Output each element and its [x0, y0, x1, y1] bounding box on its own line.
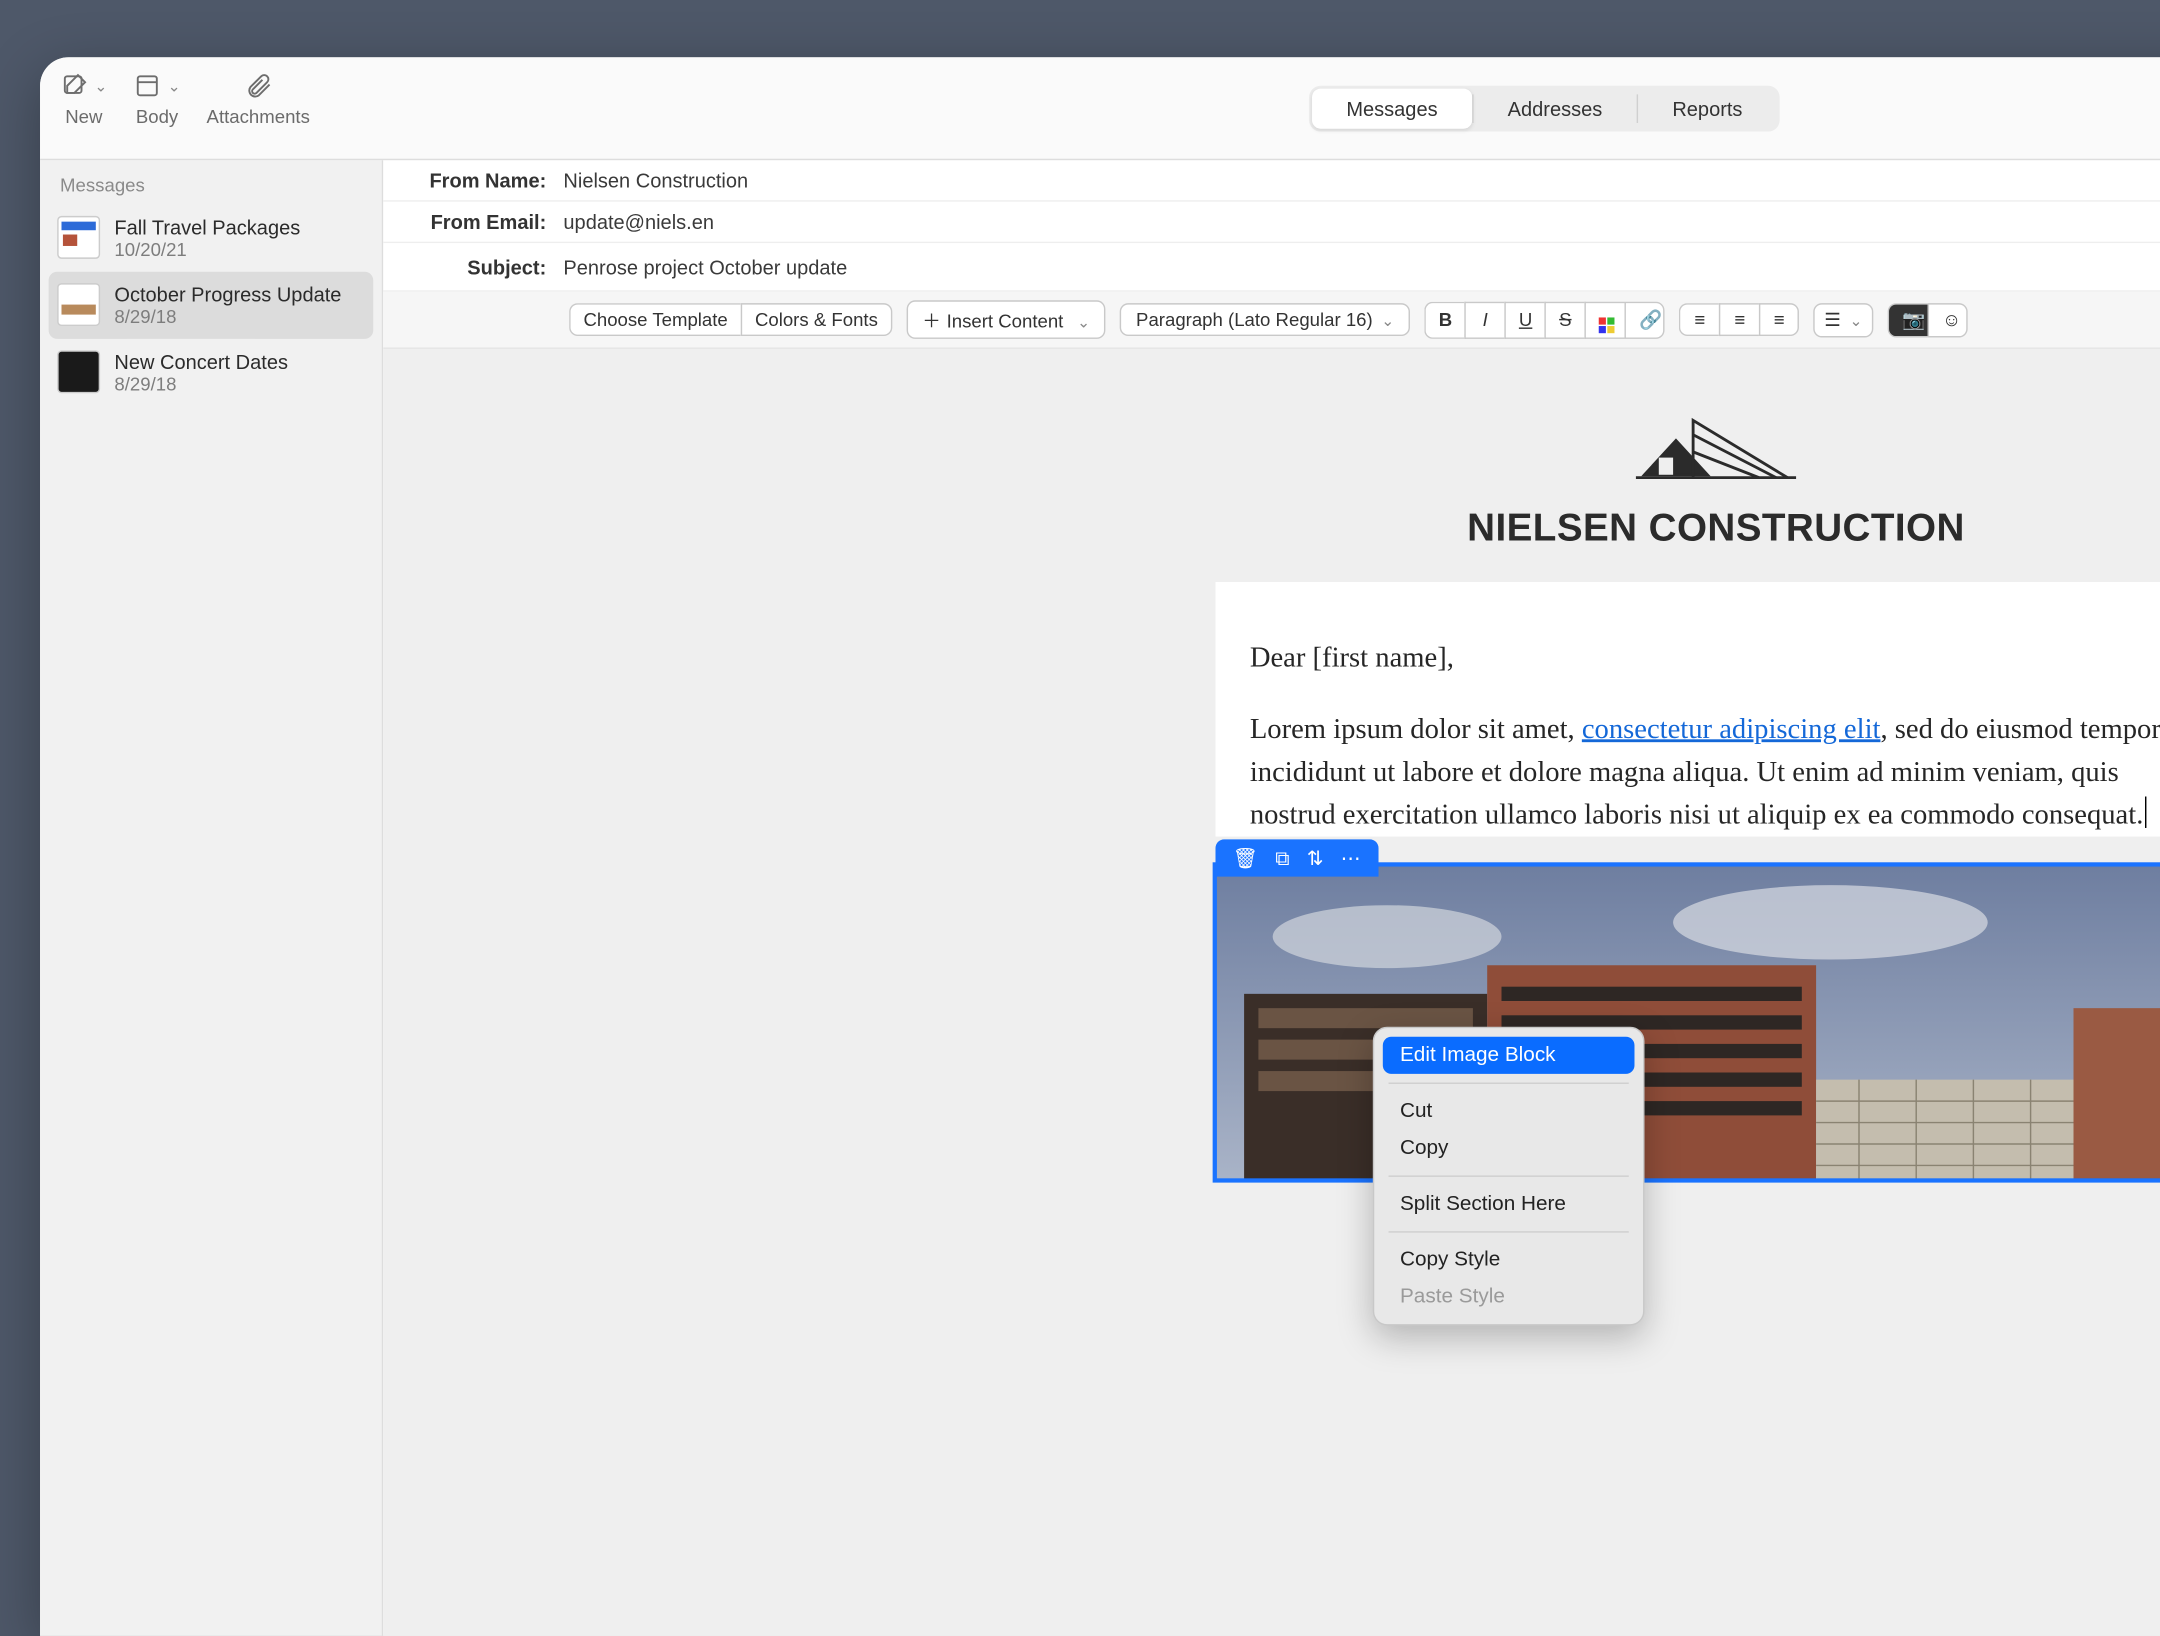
- menu-cut[interactable]: Cut: [1383, 1093, 1635, 1130]
- message-title: October Progress Update: [114, 283, 341, 306]
- body-icon: ⌄: [133, 69, 181, 103]
- menu-split-section[interactable]: Split Section Here: [1383, 1185, 1635, 1222]
- tab-messages[interactable]: Messages: [1312, 88, 1472, 128]
- view-segmented-control: Messages Addresses Reports: [1309, 85, 1779, 131]
- more-block-icon[interactable]: ⋯: [1341, 846, 1361, 870]
- message-thumbnail: [57, 216, 100, 259]
- duplicate-block-icon[interactable]: ⧉: [1275, 846, 1289, 870]
- email-body[interactable]: Dear [first name], Lorem ipsum dolor sit…: [1216, 582, 2160, 837]
- formatting-toolbar: Choose Template Colors & Fonts ＋Insert C…: [383, 292, 2160, 349]
- block-toolbar: 🗑 ⧉ ⇅ ⋯: [1216, 839, 1378, 876]
- paragraph-style-dropdown[interactable]: Paragraph (Lato Regular 16): [1120, 303, 1410, 336]
- menu-copy-style[interactable]: Copy Style: [1383, 1241, 1635, 1278]
- text-cursor: [2145, 797, 2146, 828]
- selected-image-block[interactable]: 🗑 ⧉ ⇅ ⋯: [1216, 865, 2160, 1180]
- strikethrough-button[interactable]: S: [1545, 301, 1585, 338]
- main-toolbar: ⌄ New ⌄ Body Attachments: [40, 57, 2160, 160]
- new-label: New: [65, 106, 102, 127]
- body-link[interactable]: consectetur adipiscing elit: [1582, 714, 1881, 745]
- align-right-button[interactable]: ≡: [1759, 303, 1799, 336]
- from-email-row: From Email: update@niels.en: [383, 202, 2160, 243]
- align-center-button[interactable]: ≡: [1719, 303, 1759, 336]
- colors-fonts-button[interactable]: Colors & Fonts: [741, 303, 893, 336]
- body-button[interactable]: ⌄ Body: [133, 69, 181, 128]
- from-email-value[interactable]: update@niels.en: [563, 210, 714, 233]
- subject-label: Subject:: [403, 255, 546, 278]
- brand-name: NIELSEN CONSTRUCTION: [383, 506, 2160, 550]
- choose-template-button[interactable]: Choose Template: [569, 303, 741, 336]
- message-date: 10/20/21: [114, 239, 300, 260]
- message-list-item[interactable]: October Progress Update 8/29/18: [49, 272, 374, 339]
- move-block-icon[interactable]: ⇅: [1307, 846, 1324, 870]
- italic-button[interactable]: I: [1465, 301, 1505, 338]
- attachments-label: Attachments: [207, 106, 310, 127]
- message-list-item[interactable]: New Concert Dates 8/29/18: [40, 339, 382, 406]
- context-menu: Edit Image Block Cut Copy Split Section …: [1373, 1027, 1645, 1326]
- body-paragraph: Lorem ipsum dolor sit amet, consectetur …: [1250, 708, 2160, 837]
- tab-addresses[interactable]: Addresses: [1473, 88, 1636, 128]
- camera-icon: 📷: [1902, 308, 1925, 329]
- text-color-button[interactable]: [1585, 301, 1625, 338]
- from-email-label: From Email:: [403, 210, 546, 233]
- tab-reports[interactable]: Reports: [1638, 88, 1777, 128]
- editor-canvas[interactable]: NIELSEN CONSTRUCTION Dear [first name], …: [383, 349, 2160, 1636]
- menu-edit-image-block[interactable]: Edit Image Block: [1383, 1037, 1635, 1074]
- delete-block-icon[interactable]: 🗑: [1233, 846, 1258, 870]
- house-scaffold-icon: [1616, 389, 1816, 501]
- image-block-content: [1216, 865, 2160, 1180]
- from-name-value[interactable]: Nielsen Construction: [563, 169, 748, 192]
- insert-content-dropdown[interactable]: ＋Insert Content: [907, 300, 1107, 339]
- from-name-label: From Name:: [403, 169, 546, 192]
- body-label: Body: [136, 106, 178, 127]
- compose-icon: ⌄: [60, 69, 108, 103]
- chevron-down-icon: ⌄: [94, 77, 107, 96]
- message-date: 8/29/18: [114, 373, 288, 394]
- paperclip-icon: [244, 69, 273, 103]
- message-thumbnail: [57, 350, 100, 393]
- list-button[interactable]: ☰: [1813, 302, 1873, 336]
- link-button[interactable]: 🔗: [1625, 301, 1665, 338]
- emoji-button[interactable]: ☺: [1928, 302, 1968, 336]
- message-date: 8/29/18: [114, 306, 341, 327]
- underline-button[interactable]: U: [1505, 301, 1545, 338]
- new-button[interactable]: ⌄ New: [60, 69, 108, 128]
- brand-logo: NIELSEN CONSTRUCTION: [383, 389, 2160, 551]
- sidebar-header: Messages: [40, 160, 382, 204]
- message-title: New Concert Dates: [114, 350, 288, 373]
- from-name-row: From Name: Nielsen Construction: [383, 160, 2160, 201]
- subject-row: Subject: Penrose project October update …: [383, 243, 2160, 292]
- bold-button[interactable]: B: [1425, 301, 1465, 338]
- menu-copy[interactable]: Copy: [1383, 1130, 1635, 1167]
- insert-image-button[interactable]: 📷: [1888, 302, 1928, 336]
- message-thumbnail: [57, 283, 100, 326]
- smile-icon: ☺: [1942, 309, 1961, 330]
- attachments-button[interactable]: Attachments: [207, 69, 310, 128]
- subject-value[interactable]: Penrose project October update: [563, 255, 847, 278]
- editor-main: From Name: Nielsen Construction From Ema…: [383, 160, 2160, 1636]
- link-icon: 🔗: [1639, 308, 1662, 329]
- message-title: Fall Travel Packages: [114, 216, 300, 239]
- menu-paste-style: Paste Style: [1383, 1278, 1635, 1315]
- messages-sidebar: Messages Fall Travel Packages 10/20/21 O…: [40, 160, 383, 1636]
- align-left-button[interactable]: ≡: [1679, 303, 1719, 336]
- chevron-down-icon: ⌄: [168, 77, 181, 96]
- message-list-item[interactable]: Fall Travel Packages 10/20/21: [40, 204, 382, 271]
- greeting-line: Dear [first name],: [1250, 636, 2160, 679]
- app-window: ⌄ New ⌄ Body Attachments: [40, 57, 2160, 1636]
